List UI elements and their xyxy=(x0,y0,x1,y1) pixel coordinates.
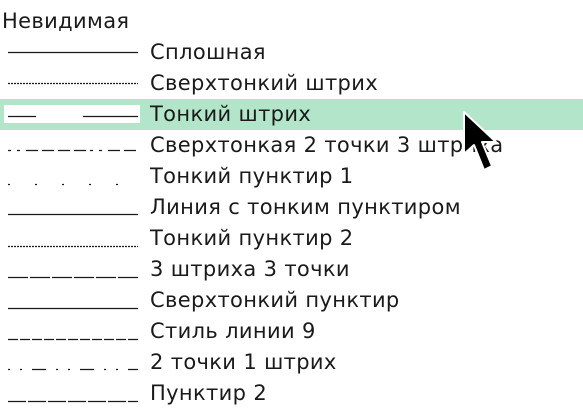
line-style-item-invisible[interactable]: Невидимая xyxy=(0,6,583,37)
line-style-label: Пунктир 2 xyxy=(150,381,268,405)
line-style-preview xyxy=(8,368,138,371)
line-style-item-ultrafine-dotted[interactable]: Сверхтонкий пунктир xyxy=(0,285,583,316)
line-style-label: Невидимая xyxy=(2,9,130,33)
line-style-preview xyxy=(8,400,138,403)
line-style-item-ultrafine-2dots-3dashes[interactable]: Сверхтонкая 2 точки 3 штриха xyxy=(0,130,583,161)
line-style-label: Сплошная xyxy=(150,40,266,64)
line-style-preview xyxy=(8,276,138,279)
line-style-item-2dots-1dash[interactable]: 2 точки 1 штрих xyxy=(0,347,583,378)
line-style-label: Сверхтонкая 2 точки 3 штриха xyxy=(150,133,504,157)
line-style-preview xyxy=(8,149,138,152)
line-style-item-line-style-9[interactable]: Стиль линии 9 xyxy=(0,316,583,347)
line-style-label: Сверхтонкий штрих xyxy=(150,71,378,95)
line-style-label: Сверхтонкий пунктир xyxy=(150,288,400,312)
line-style-preview xyxy=(8,213,138,216)
line-style-item-line-with-fine-dots[interactable]: Линия с тонким пунктиром xyxy=(0,192,583,223)
line-style-preview xyxy=(8,245,138,248)
line-style-preview xyxy=(8,82,138,85)
line-style-preview xyxy=(8,115,138,118)
line-style-label: 3 штриха 3 точки xyxy=(150,257,350,281)
line-style-label: Тонкий пунктир 1 xyxy=(150,164,354,188)
line-style-label: Стиль линии 9 xyxy=(150,319,316,343)
line-style-item-dashed-2[interactable]: Пунктир 2 xyxy=(0,378,583,409)
line-style-list[interactable]: Невидимая Сплошная Сверхтонкий штрих Тон… xyxy=(0,0,583,419)
line-style-item-fine-dash[interactable]: Тонкий штрих xyxy=(0,99,583,130)
line-style-preview xyxy=(8,183,138,186)
line-style-item-fine-dotted-1[interactable]: Тонкий пунктир 1 xyxy=(0,161,583,192)
line-style-item-ultrafine-dash[interactable]: Сверхтонкий штрих xyxy=(0,68,583,99)
line-style-item-fine-dotted-2[interactable]: Тонкий пунктир 2 xyxy=(0,223,583,254)
line-style-label: Тонкий штрих xyxy=(150,102,312,126)
line-style-label: Тонкий пунктир 2 xyxy=(150,226,354,250)
line-style-label: Линия с тонким пунктиром xyxy=(150,195,461,219)
line-style-preview xyxy=(8,338,138,341)
line-style-preview xyxy=(8,51,138,54)
line-style-item-solid[interactable]: Сплошная xyxy=(0,37,583,68)
line-style-preview xyxy=(8,307,138,310)
line-style-label: 2 точки 1 штрих xyxy=(150,350,337,374)
line-style-item-3dashes-3dots[interactable]: 3 штриха 3 точки xyxy=(0,254,583,285)
